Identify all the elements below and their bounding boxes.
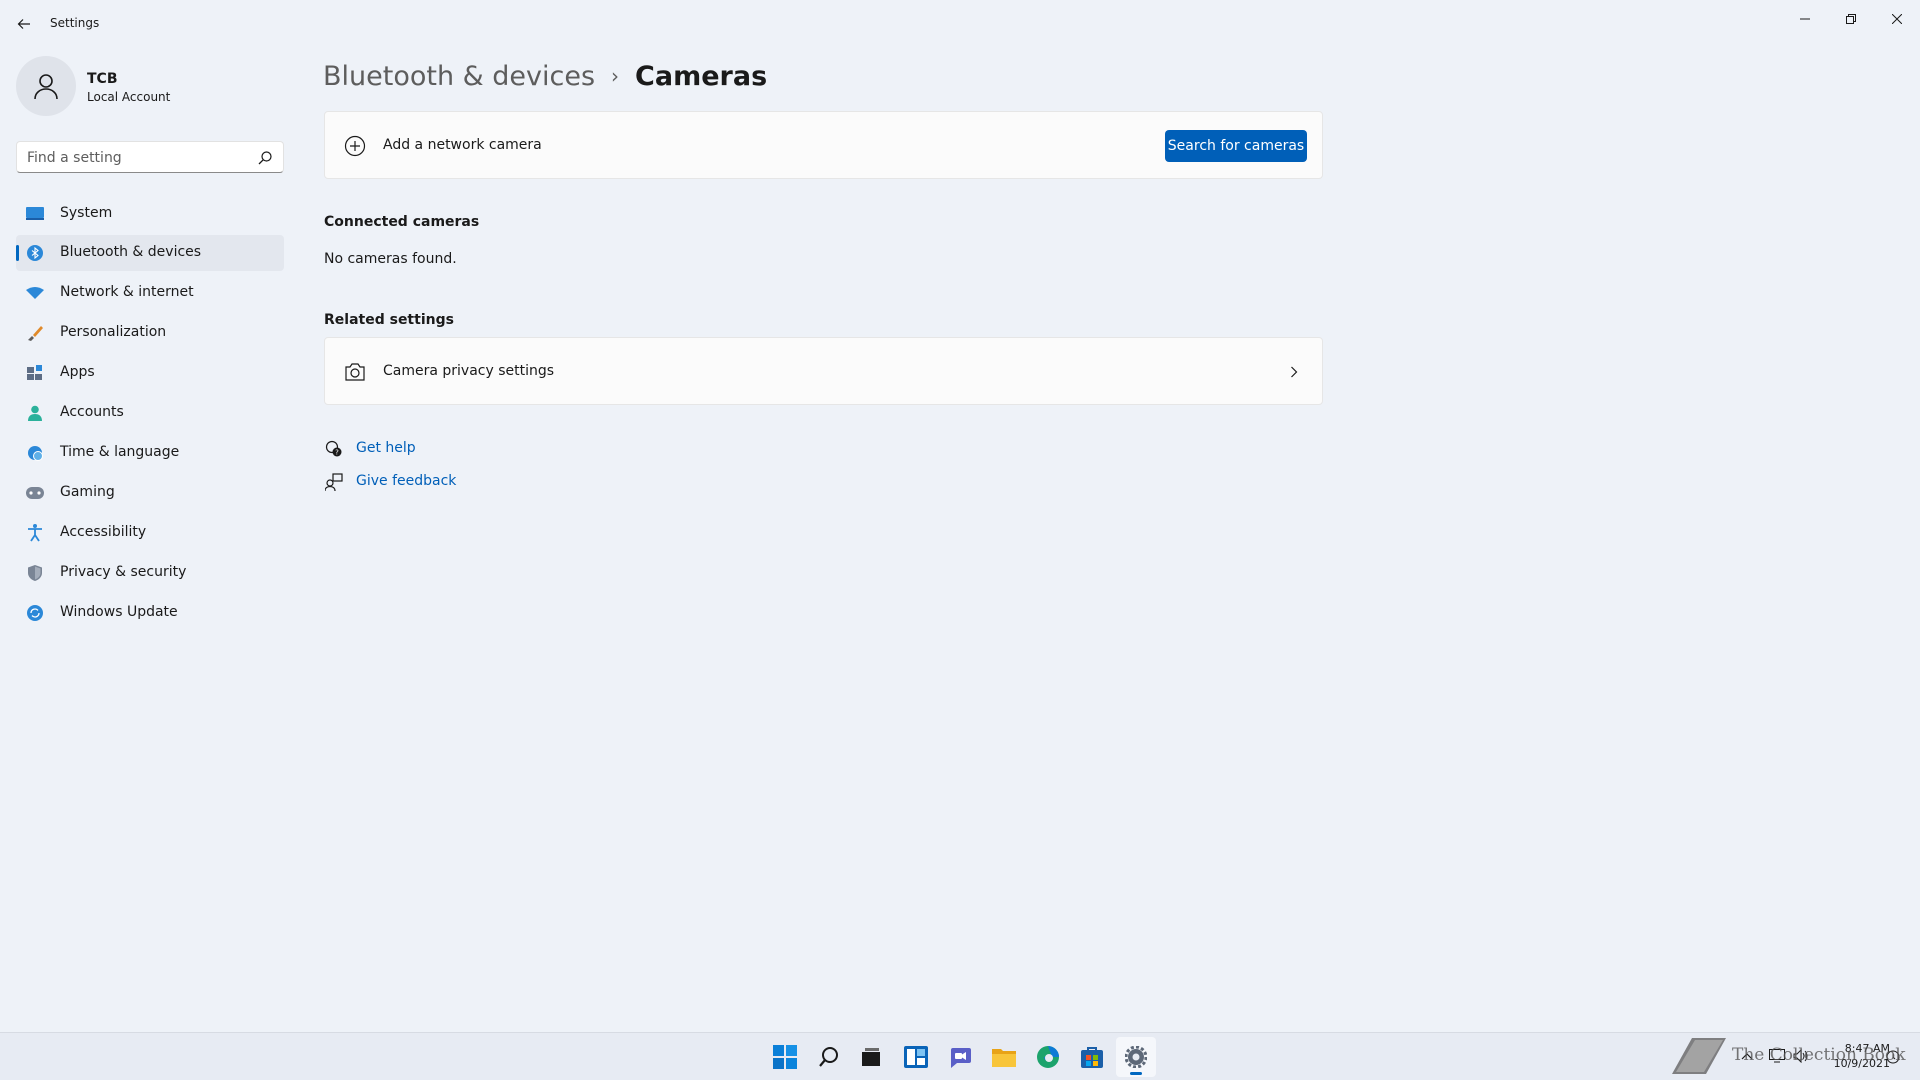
taskbar: 8:47 AM 10/9/2021 xyxy=(0,1032,1920,1080)
active-app-indicator xyxy=(1130,1072,1142,1075)
account-type: Local Account xyxy=(87,90,171,104)
user-name: TCB xyxy=(87,71,118,87)
breadcrumb: Bluetooth & devices › Cameras xyxy=(323,56,767,96)
shield-icon xyxy=(26,564,44,582)
camera-icon xyxy=(343,360,367,384)
back-arrow-icon xyxy=(17,19,30,29)
add-network-camera-card: Add a network camera Search for cameras xyxy=(324,111,1323,179)
sidebar-item-label: Personalization xyxy=(60,324,167,340)
start-icon[interactable] xyxy=(765,1037,805,1077)
search-for-cameras-button[interactable]: Search for cameras xyxy=(1165,130,1307,162)
help-chat-icon: ? xyxy=(324,439,344,459)
give-feedback-label[interactable]: Give feedback xyxy=(356,473,456,489)
person-icon xyxy=(26,404,44,422)
search-box[interactable] xyxy=(16,141,284,173)
sidebar-item-time-language[interactable]: Time & language xyxy=(16,435,284,471)
search-input[interactable] xyxy=(27,148,247,168)
wifi-icon xyxy=(26,284,44,302)
system-icon xyxy=(26,205,44,223)
sidebar-item-label: Accounts xyxy=(60,404,124,420)
camera-privacy-settings-label: Camera privacy settings xyxy=(383,363,555,379)
minimize-icon xyxy=(1800,18,1810,20)
sidebar-item-label: Gaming xyxy=(60,484,115,500)
get-help-label[interactable]: Get help xyxy=(356,440,416,456)
update-icon xyxy=(26,604,44,622)
sidebar-item-personalization[interactable]: Personalization xyxy=(16,315,284,351)
widgets-icon[interactable] xyxy=(896,1037,936,1077)
sidebar-item-accessibility[interactable]: Accessibility xyxy=(16,515,284,551)
task-view-icon[interactable] xyxy=(851,1037,891,1077)
minimize-button[interactable] xyxy=(1782,4,1828,34)
active-indicator xyxy=(16,245,19,261)
search-icon[interactable] xyxy=(809,1037,849,1077)
avatar xyxy=(16,56,76,116)
svg-text:?: ? xyxy=(335,449,339,457)
camera-privacy-settings-card[interactable]: Camera privacy settings xyxy=(324,337,1323,405)
sidebar-item-gaming[interactable]: Gaming xyxy=(16,475,284,511)
sidebar-item-label: Accessibility xyxy=(60,524,147,540)
sidebar-item-label: Apps xyxy=(60,364,95,380)
page-title: Cameras xyxy=(635,60,768,92)
chevron-right-icon xyxy=(1284,362,1304,382)
restore-icon xyxy=(1846,14,1856,24)
globe-clock-icon xyxy=(26,444,44,462)
bluetooth-icon xyxy=(26,244,44,262)
title-bar: Settings xyxy=(0,0,1920,48)
edge-icon[interactable] xyxy=(1028,1037,1068,1077)
brush-icon xyxy=(26,324,44,342)
store-icon[interactable] xyxy=(1072,1037,1112,1077)
sidebar-item-apps[interactable]: Apps xyxy=(16,355,284,391)
sidebar-item-accounts[interactable]: Accounts xyxy=(16,395,284,431)
chat-icon[interactable] xyxy=(940,1037,980,1077)
sidebar-item-label: Network & internet xyxy=(60,284,194,300)
sidebar-item-label: Windows Update xyxy=(60,604,178,620)
sidebar-item-windows-update[interactable]: Windows Update xyxy=(16,595,284,631)
gamepad-icon xyxy=(26,484,44,502)
accessibility-icon xyxy=(26,524,44,542)
sidebar-item-bluetooth-devices[interactable]: Bluetooth & devices xyxy=(16,235,284,271)
sidebar-item-system[interactable]: System xyxy=(16,196,284,232)
sidebar-item-privacy-security[interactable]: Privacy & security xyxy=(16,555,284,591)
apps-icon xyxy=(26,364,44,382)
back-button[interactable] xyxy=(12,12,36,36)
restore-button[interactable] xyxy=(1828,4,1874,34)
breadcrumb-parent[interactable]: Bluetooth & devices xyxy=(323,61,595,92)
sidebar-item-network-internet[interactable]: Network & internet xyxy=(16,275,284,311)
add-network-camera-label: Add a network camera xyxy=(383,137,542,153)
no-cameras-text: No cameras found. xyxy=(324,251,457,267)
person-icon xyxy=(34,74,58,100)
sidebar-item-label: System xyxy=(60,205,113,221)
connected-cameras-heading: Connected cameras xyxy=(324,214,480,230)
watermark-text: The Collection Book xyxy=(1732,1045,1906,1065)
settings-icon[interactable] xyxy=(1116,1037,1156,1077)
feedback-icon xyxy=(324,472,344,492)
breadcrumb-separator: › xyxy=(611,64,620,88)
close-icon xyxy=(1892,14,1902,24)
file-explorer-icon[interactable] xyxy=(984,1037,1024,1077)
search-icon xyxy=(258,151,272,165)
app-title: Settings xyxy=(50,16,100,30)
related-settings-heading: Related settings xyxy=(324,312,454,328)
sidebar-item-label: Time & language xyxy=(60,444,180,460)
sidebar-item-label: Privacy & security xyxy=(60,564,187,580)
user-profile[interactable]: TCB Local Account xyxy=(16,56,286,120)
sidebar-item-label: Bluetooth & devices xyxy=(60,244,202,260)
close-button[interactable] xyxy=(1874,4,1920,34)
add-circle-icon xyxy=(343,134,367,158)
